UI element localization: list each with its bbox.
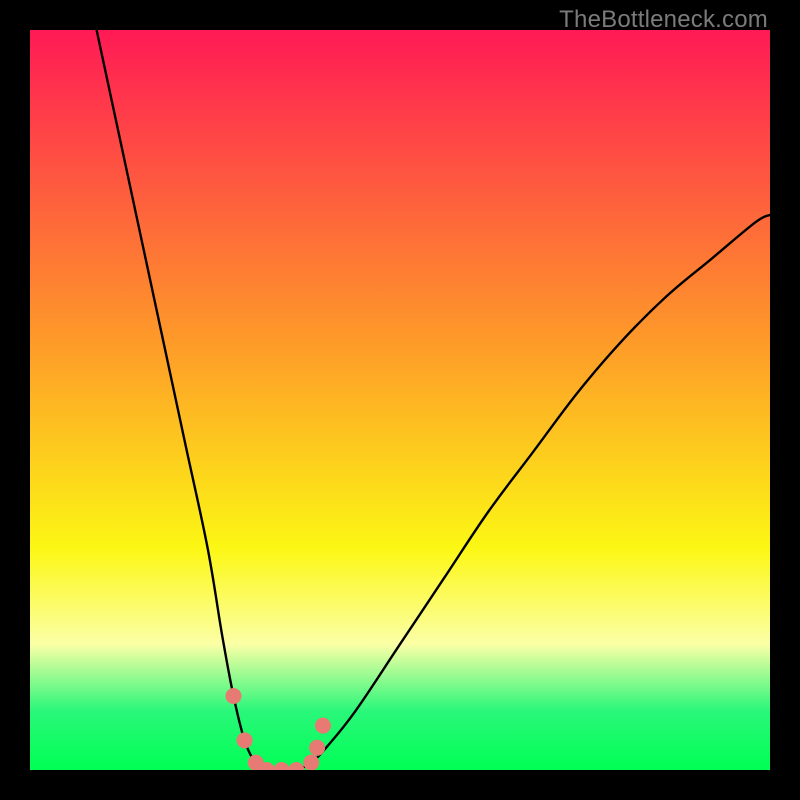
marker-dot bbox=[309, 740, 325, 756]
marker-dot bbox=[288, 762, 304, 770]
marker-dot bbox=[237, 732, 253, 748]
marker-dot bbox=[226, 688, 242, 704]
marker-dot bbox=[315, 718, 331, 734]
bottleneck-curve bbox=[97, 30, 770, 770]
plot-frame bbox=[30, 30, 770, 770]
marker-dot bbox=[303, 755, 319, 770]
chart-svg bbox=[30, 30, 770, 770]
marker-dot bbox=[274, 762, 290, 770]
